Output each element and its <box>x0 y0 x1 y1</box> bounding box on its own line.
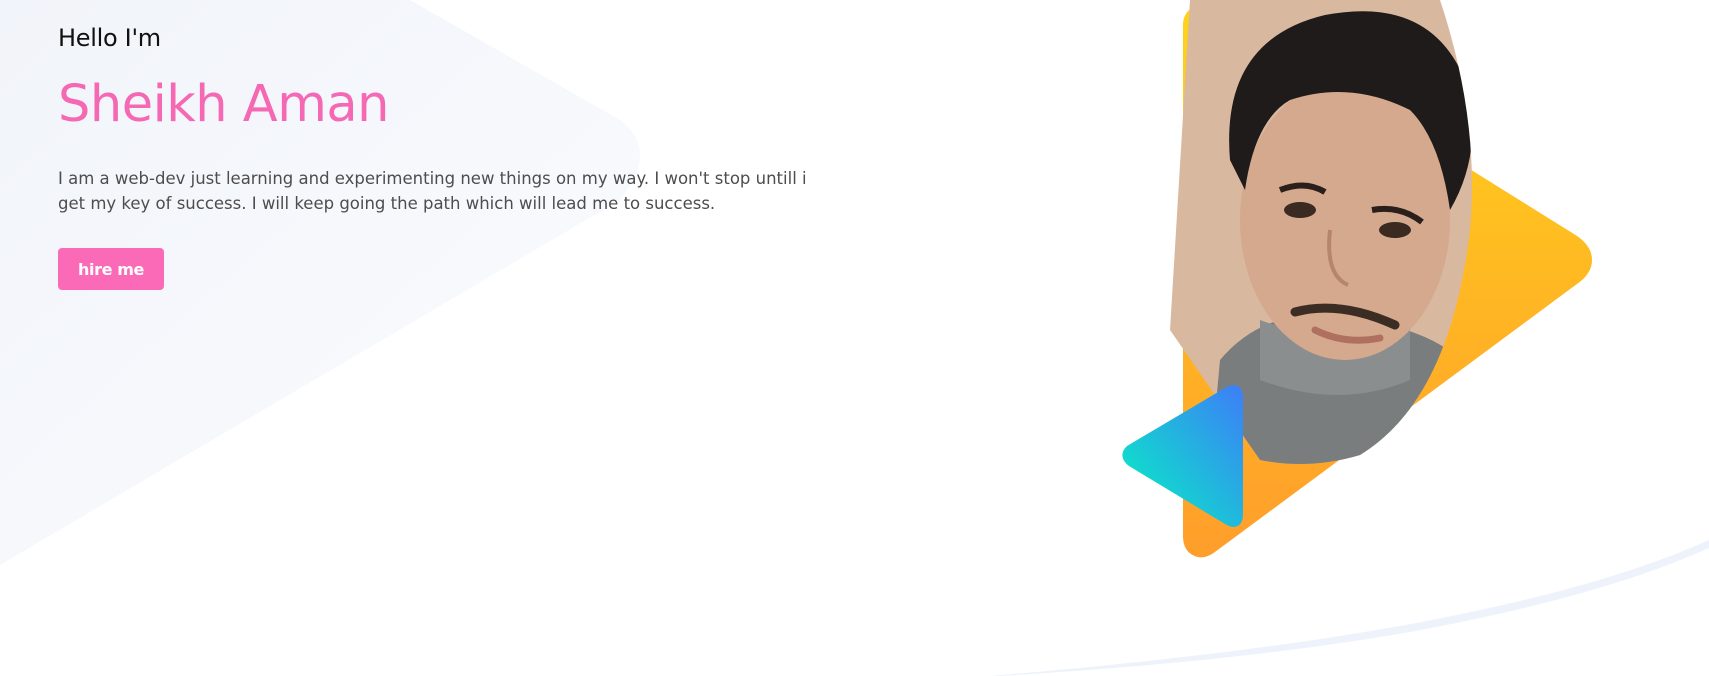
hero-section: Hello I'm Sheikh Aman I am a web-dev jus… <box>0 0 1709 676</box>
accent-triangle-shape <box>1122 385 1243 527</box>
intro-block: Hello I'm Sheikh Aman I am a web-dev jus… <box>58 22 838 290</box>
hire-me-button[interactable]: hire me <box>58 248 164 290</box>
portrait-graphic <box>1122 0 1592 558</box>
bio-text: I am a web-dev just learning and experim… <box>58 169 807 213</box>
hero-name: Sheikh Aman <box>58 75 389 134</box>
greeting-text: Hello I'm <box>58 24 161 52</box>
